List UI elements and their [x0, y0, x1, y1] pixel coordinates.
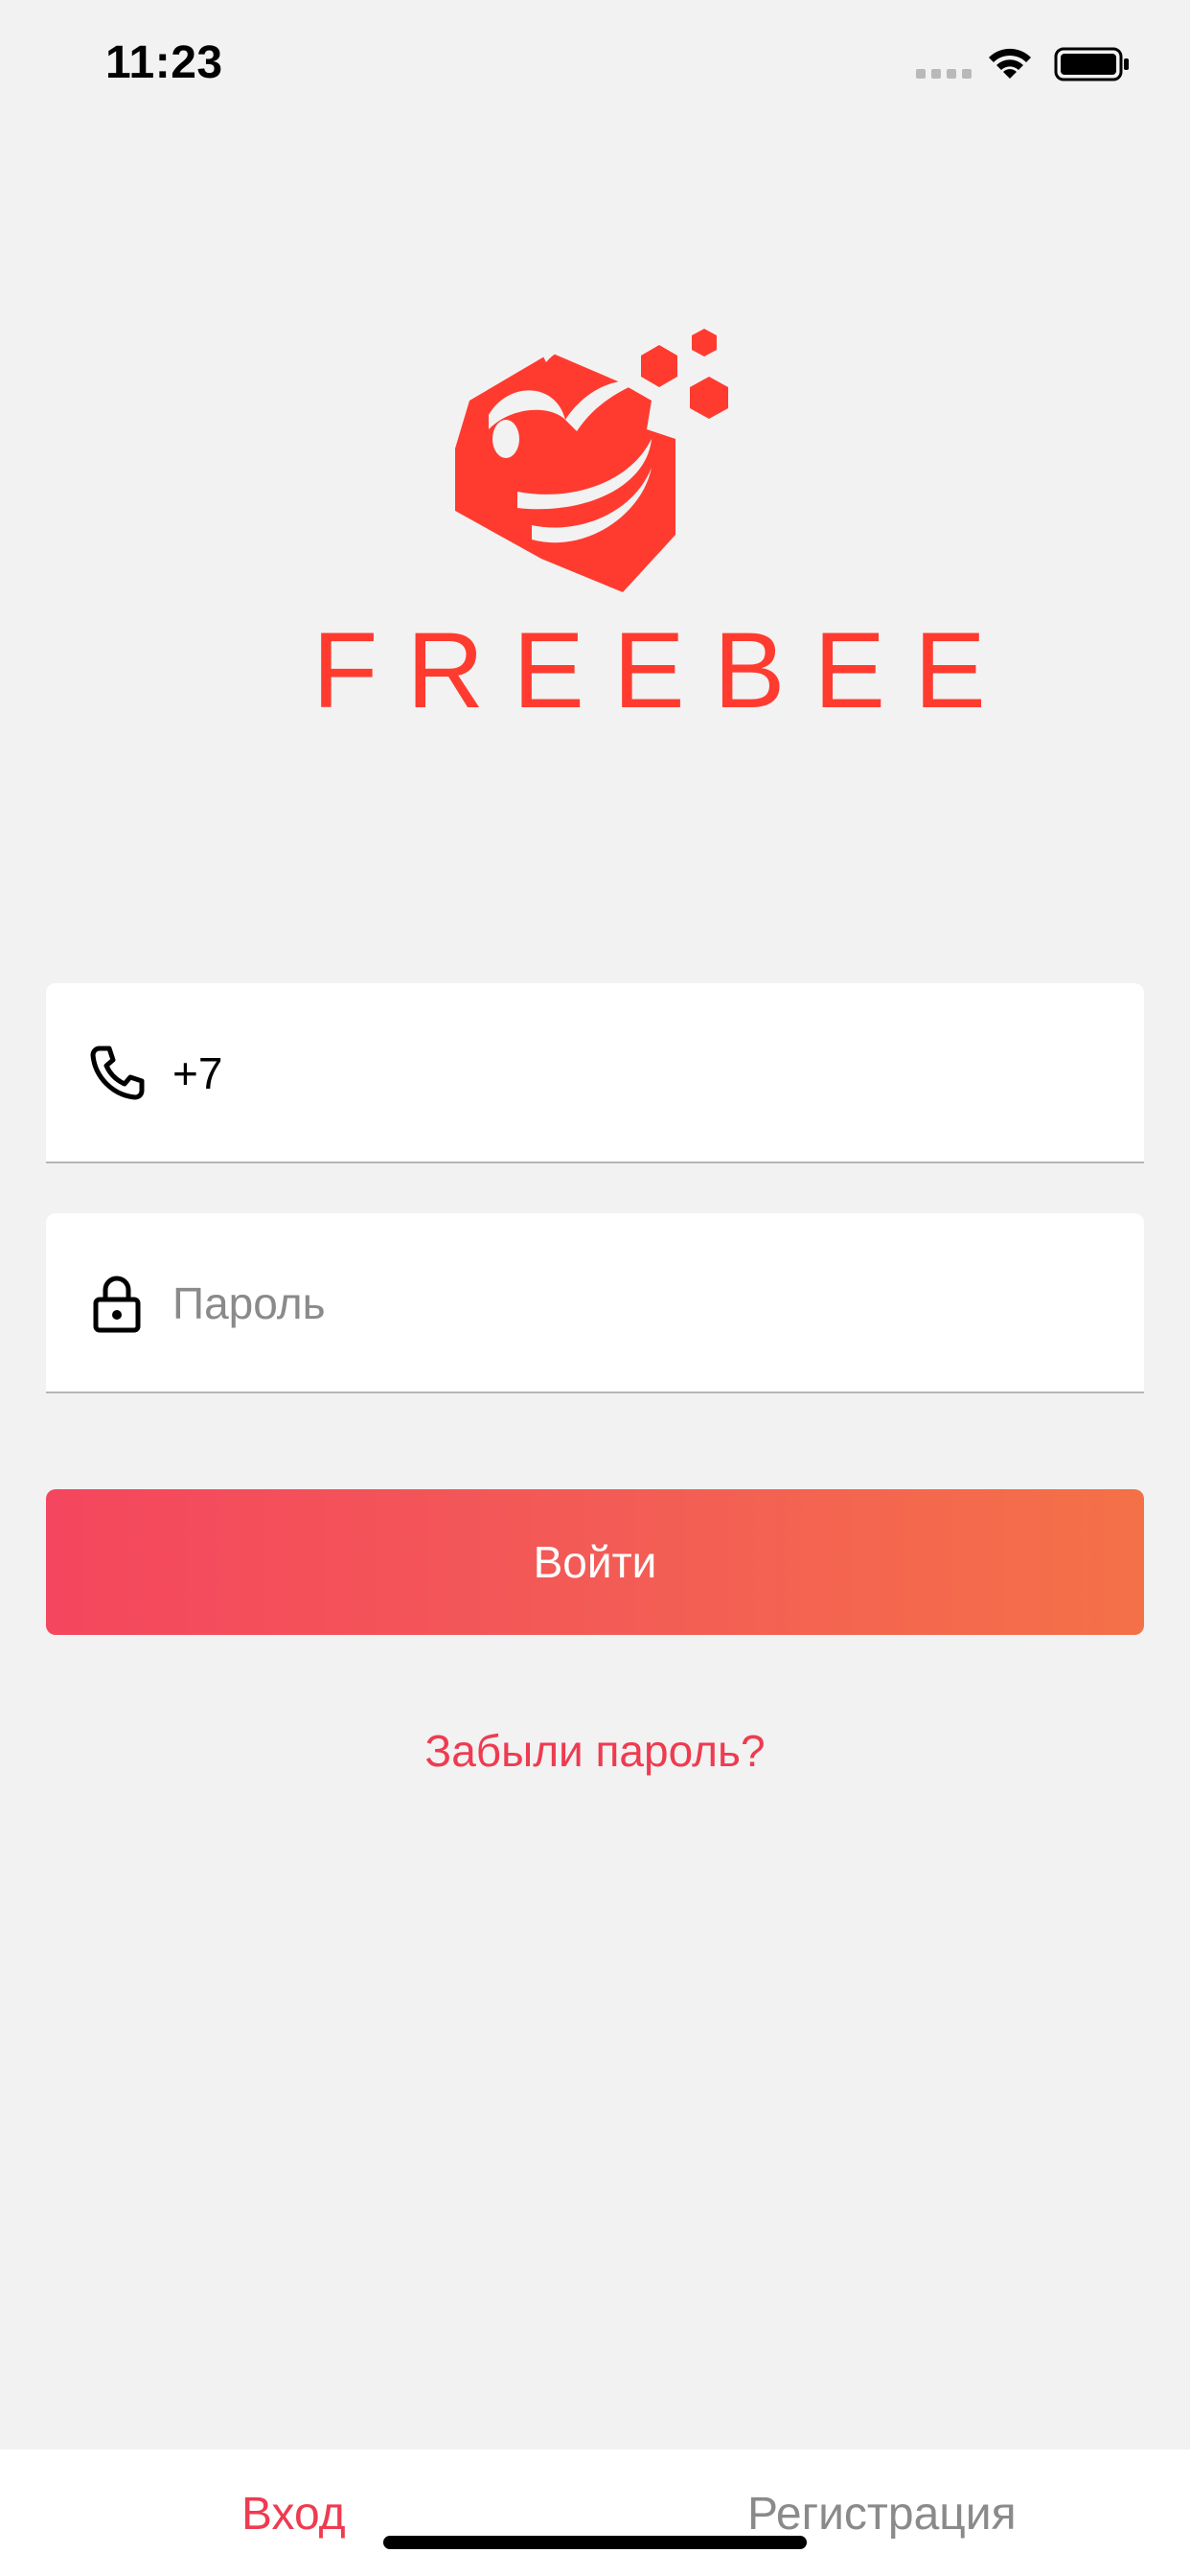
- phone-input[interactable]: [172, 1035, 1092, 1112]
- brand-name: FREEBEE: [312, 610, 1015, 730]
- wifi-icon: [989, 48, 1031, 79]
- login-button[interactable]: Войти: [46, 1489, 1144, 1635]
- battery-icon: [1054, 47, 1129, 81]
- forgot-password-link[interactable]: Забыли пароль?: [0, 1725, 1190, 1777]
- home-indicator[interactable]: [383, 2536, 807, 2549]
- tab-register[interactable]: Регистрация: [747, 2488, 1017, 2541]
- status-bar: 11:23: [0, 0, 1190, 134]
- tab-login[interactable]: Вход: [241, 2488, 346, 2541]
- phone-icon: [90, 1046, 145, 1100]
- status-time: 11:23: [105, 37, 223, 88]
- password-field[interactable]: [46, 1213, 1144, 1393]
- login-screen: 11:23 FREEBEE +7 Войти Забыли пароль? Вх…: [0, 0, 1190, 2576]
- bottom-tab-bar: Вход Регистрация: [0, 2450, 1190, 2576]
- lock-icon: [93, 1276, 141, 1333]
- bee-hexagon-logo: [455, 329, 728, 592]
- signal-dots-icon: [916, 69, 972, 79]
- password-input[interactable]: [172, 1265, 1092, 1342]
- phone-field[interactable]: [46, 983, 1144, 1163]
